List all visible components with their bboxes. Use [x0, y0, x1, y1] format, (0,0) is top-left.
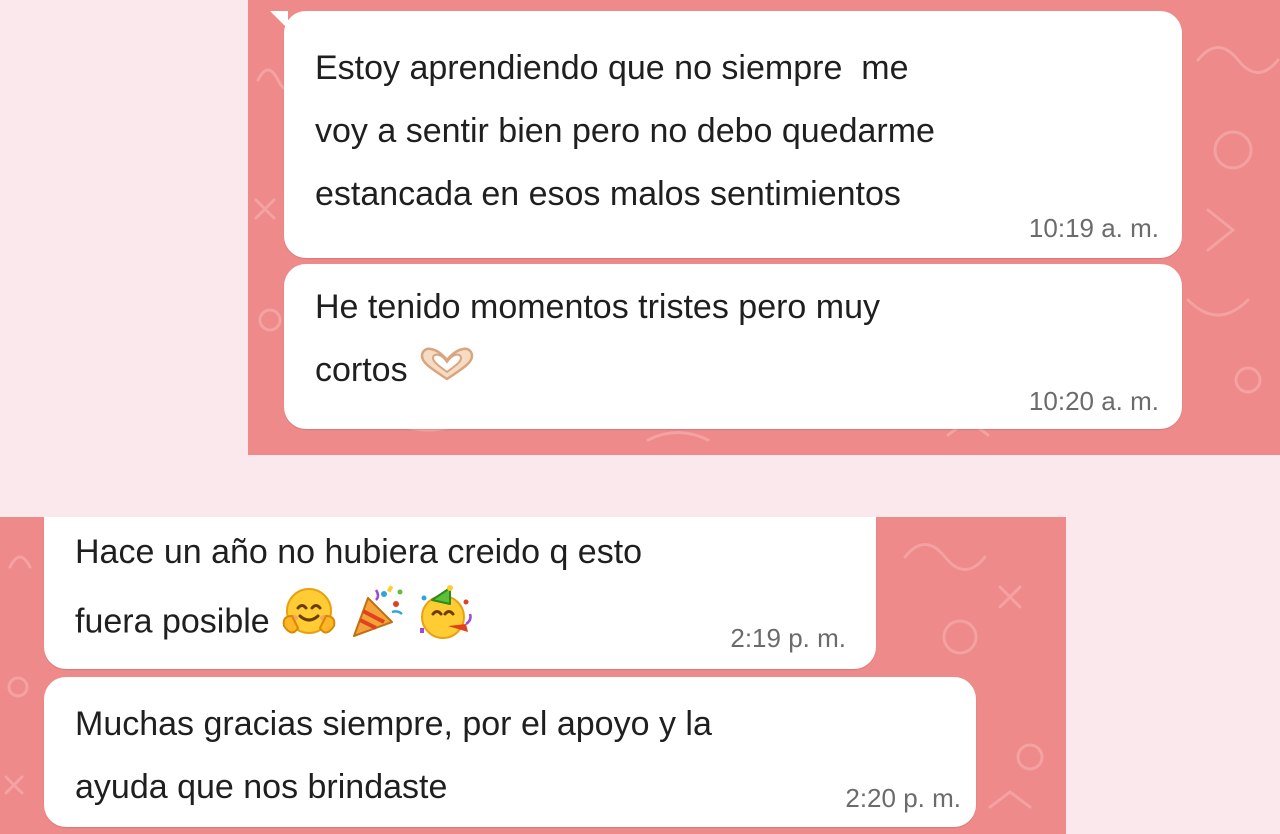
message-bubble[interactable]: Estoy aprendiendo que no siempre me voy …	[270, 11, 1182, 258]
message-text-content: He tenido momentos tristes pero muy cort…	[315, 288, 881, 389]
chat-panel-top[interactable]: Estoy aprendiendo que no siempre me voy …	[248, 0, 1280, 455]
party-popper-emoji	[348, 584, 406, 663]
message-text: Muchas gracias siempre, por el apoyo y l…	[75, 705, 712, 806]
message-bubble[interactable]: Hace un año no hubiera creido q esto fue…	[44, 517, 876, 669]
hugging-face-emoji	[280, 586, 338, 661]
bubble-tail	[270, 11, 288, 29]
message-text: He tenido momentos tristes pero muy cort…	[315, 276, 880, 404]
message-timestamp: 2:19 p. m.	[730, 623, 846, 653]
message-timestamp: 2:20 p. m.	[845, 783, 961, 813]
message-timestamp: 10:19 a. m.	[1028, 213, 1159, 243]
message-bubble[interactable]: He tenido momentos tristes pero muy cort…	[284, 264, 1182, 429]
message-text: Hace un año no hubiera creido q esto fue…	[75, 521, 642, 663]
chat-panel-bottom[interactable]: Hace un año no hubiera creido q esto fue…	[0, 517, 1066, 834]
emoji-group	[270, 584, 474, 663]
message-text: Estoy aprendiendo que no siempre me voy …	[315, 49, 935, 213]
message-bubble[interactable]: Muchas gracias siempre, por el apoyo y l…	[44, 677, 976, 827]
partying-face-emoji	[416, 584, 474, 663]
message-timestamp: 10:20 a. m.	[1028, 386, 1159, 416]
heart-hands-emoji	[418, 341, 476, 404]
